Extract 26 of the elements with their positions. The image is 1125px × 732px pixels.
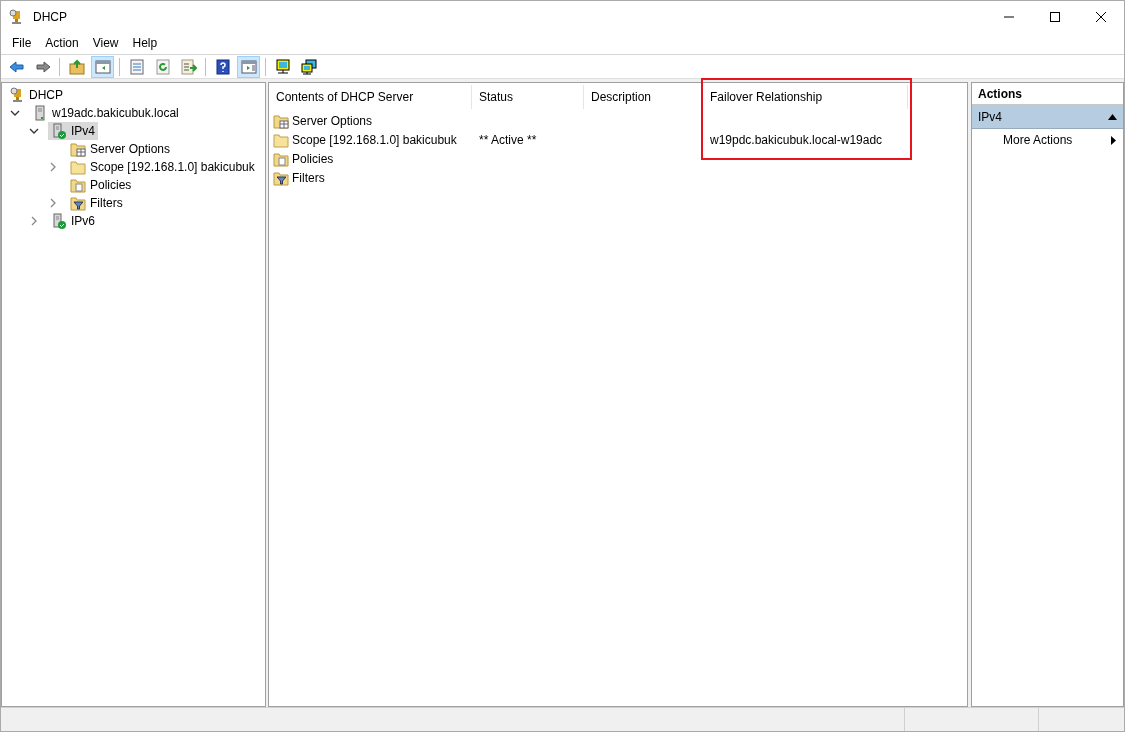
table-cell-text: ** Active ** (479, 131, 537, 149)
tree-item[interactable]: Policies (67, 176, 135, 194)
tree-item[interactable]: IPv6 (48, 212, 98, 230)
tree-item[interactable]: Server Options (67, 140, 174, 158)
column-header[interactable]: Failover Relationship (703, 85, 908, 109)
list-item[interactable]: Policies (292, 149, 334, 168)
tree-item[interactable]: w19adc.bakicubuk.local (29, 104, 182, 122)
column-header[interactable]: Status (472, 85, 584, 109)
window-title: DHCP (33, 8, 67, 26)
list-item[interactable]: Server Options (292, 111, 373, 130)
menu-item[interactable]: Action (38, 32, 86, 54)
menu-item[interactable]: File (5, 32, 39, 54)
table-cell-text: w19pdc.bakicubuk.local-w19adc (710, 131, 883, 149)
list-item[interactable]: Filters (292, 168, 325, 187)
action-link[interactable]: More Actions (1003, 131, 1073, 149)
actions-section[interactable]: IPv4 (972, 105, 1123, 129)
column-header[interactable]: Description (584, 85, 703, 109)
menu-item[interactable]: View (85, 32, 126, 54)
tree-item[interactable]: DHCP (6, 86, 66, 104)
menu-item[interactable]: Help (125, 32, 165, 54)
tree-item[interactable]: IPv4 (48, 122, 98, 140)
section-title: IPv4 (978, 108, 1002, 126)
list-item[interactable]: Scope [192.168.1.0] bakicubuk (292, 130, 457, 149)
column-header[interactable]: Contents of DHCP Server (269, 85, 472, 109)
tree-item[interactable]: Filters (67, 194, 126, 212)
tree-item[interactable]: Scope [192.168.1.0] bakicubuk (67, 158, 258, 176)
